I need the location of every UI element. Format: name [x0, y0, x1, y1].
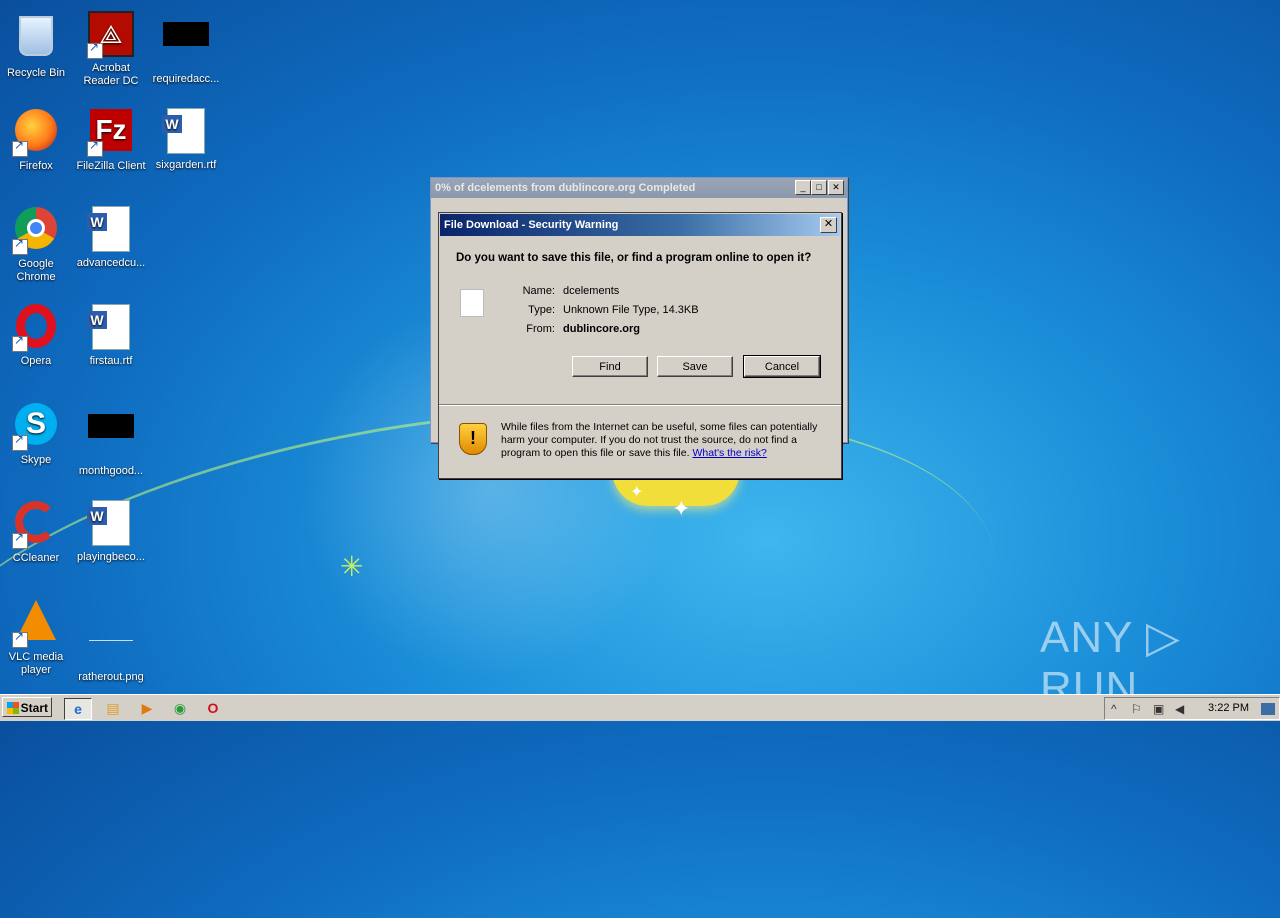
save-button[interactable]: Save — [657, 356, 733, 377]
desktop-icon-label: Recycle Bin — [6, 67, 66, 79]
desktop-icon-playingbeco[interactable]: W playingbeco... — [73, 498, 149, 564]
network-icon[interactable]: ▣ — [1153, 702, 1164, 716]
explorer-taskbar-icon[interactable]: ▤ — [100, 698, 126, 718]
word-doc-icon: W — [162, 108, 210, 156]
system-tray: ^ ⚐ ▣ ◀ 3:22 PM — [1104, 697, 1280, 720]
desktop-icon-recycle-bin[interactable]: Recycle Bin — [0, 8, 74, 80]
desktop-icon-label: Google Chrome — [16, 258, 56, 283]
desktop-icon-chrome[interactable]: Google Chrome — [0, 204, 74, 284]
show-desktop-button[interactable] — [1261, 703, 1275, 715]
whats-the-risk-link[interactable]: What's the risk? — [692, 447, 766, 459]
file-icon — [87, 414, 135, 462]
desktop-icon-skype[interactable]: S Skype — [0, 400, 74, 467]
download-window-title: 0% of dcelements from dublincore.org Com… — [431, 178, 847, 198]
dialog-question: Do you want to save this file, or find a… — [456, 252, 812, 264]
warning-text: While files from the Internet can be use… — [501, 421, 831, 460]
close-button[interactable]: ✕ — [828, 180, 844, 195]
wallpaper-sparkle: ✦ — [630, 484, 644, 501]
firefox-icon — [12, 109, 60, 157]
name-value: dcelements — [563, 285, 620, 297]
desktop-icon-label: FileZilla Client — [76, 160, 146, 172]
acrobat-icon: ⟁ — [87, 11, 135, 59]
desktop-icon-label: firstau.rtf — [89, 355, 133, 367]
desktop-icon-opera[interactable]: Opera — [0, 302, 74, 368]
desktop-icon-label: Opera — [20, 355, 52, 367]
from-label: From: — [526, 323, 555, 335]
word-doc-icon: W — [87, 500, 135, 548]
warning-message: While files from the Internet can be use… — [501, 421, 818, 459]
opera-taskbar-icon[interactable]: O — [200, 698, 226, 718]
desktop-icon-sixgarden[interactable]: W sixgarden.rtf — [148, 106, 224, 172]
chrome-icon — [12, 207, 60, 255]
wallpaper-sparkle: ✦ — [672, 496, 691, 521]
desktop-icon-requiredacc[interactable]: requiredacc... — [148, 8, 224, 86]
clock[interactable]: 3:22 PM — [1208, 702, 1249, 714]
from-value: dublincore.org — [563, 323, 640, 335]
desktop-icon-label: playingbeco... — [77, 551, 145, 563]
desktop-icon-label: Skype — [20, 454, 52, 466]
find-button[interactable]: Find — [572, 356, 648, 377]
internet-explorer-taskbar-icon[interactable]: e — [64, 698, 92, 720]
chrome-taskbar-icon[interactable]: ◉ — [167, 698, 193, 718]
security-warning-dialog[interactable]: File Download - Security Warning ✕ Do yo… — [438, 212, 842, 479]
desktop-icon-firefox[interactable]: Firefox — [0, 106, 74, 173]
file-icon — [162, 22, 210, 70]
filezilla-icon: Fz — [87, 109, 135, 157]
desktop-icon-label: monthgood... — [78, 465, 144, 477]
dialog-close-button[interactable]: ✕ — [820, 217, 837, 233]
desktop-icon-label: ratherout.png — [78, 671, 144, 683]
desktop-icon-label: Firefox — [19, 160, 53, 172]
skype-icon: S — [12, 403, 60, 451]
taskbar: Start e ▤ ▶ ◉ O ^ ⚐ ▣ ◀ 3:22 PM — [0, 694, 1280, 721]
desktop-icon-label: Acrobat Reader DC — [83, 62, 139, 87]
desktop-icon-label: advancedcu... — [76, 257, 146, 269]
type-label: Type: — [528, 304, 555, 316]
desktop-icon-filezilla[interactable]: Fz FileZilla Client — [73, 106, 149, 173]
maximize-button[interactable]: □ — [811, 180, 827, 195]
opera-icon — [12, 304, 60, 352]
word-doc-icon: W — [87, 304, 135, 352]
wallpaper-sparkle: ✳ — [340, 551, 364, 582]
desktop-icon-acrobat[interactable]: ⟁ Acrobat Reader DC — [73, 8, 149, 88]
name-label: Name: — [522, 285, 555, 297]
minimize-button[interactable]: _ — [795, 180, 811, 195]
desktop-icon-ratherout[interactable]: ratherout.png — [73, 596, 149, 684]
desktop-icon-ccleaner[interactable]: CCleaner — [0, 498, 74, 565]
type-value: Unknown File Type, 14.3KB — [563, 304, 699, 316]
vlc-icon — [12, 600, 60, 648]
shield-warning-icon: ! — [459, 423, 487, 455]
show-hidden-icons-icon[interactable]: ^ — [1111, 702, 1117, 716]
desktop-icon-label: requiredacc... — [152, 73, 220, 85]
desktop-icon-advancedcu[interactable]: W advancedcu... — [73, 204, 149, 270]
word-doc-icon: W — [87, 206, 135, 254]
dialog-separator — [439, 404, 841, 406]
desktop-icon-label: VLC media player — [8, 651, 64, 676]
desktop-icon-label: sixgarden.rtf — [155, 159, 217, 171]
desktop-icon-vlc[interactable]: VLC media player — [0, 596, 74, 677]
cancel-button[interactable]: Cancel — [743, 355, 821, 378]
recycle-bin-icon — [12, 16, 60, 64]
desktop-icon-monthgood[interactable]: monthgood... — [73, 400, 149, 478]
desktop-icon-firstau[interactable]: W firstau.rtf — [73, 302, 149, 368]
volume-icon[interactable]: ◀ — [1175, 702, 1184, 716]
image-file-icon — [87, 620, 135, 668]
ccleaner-icon — [12, 501, 60, 549]
desktop-icon-label: CCleaner — [12, 552, 60, 564]
action-center-flag-icon[interactable]: ⚐ — [1131, 702, 1142, 716]
dialog-title: File Download - Security Warning — [440, 214, 840, 236]
media-player-taskbar-icon[interactable]: ▶ — [134, 698, 160, 718]
file-icon — [460, 289, 484, 317]
start-button[interactable]: Start — [2, 697, 52, 717]
